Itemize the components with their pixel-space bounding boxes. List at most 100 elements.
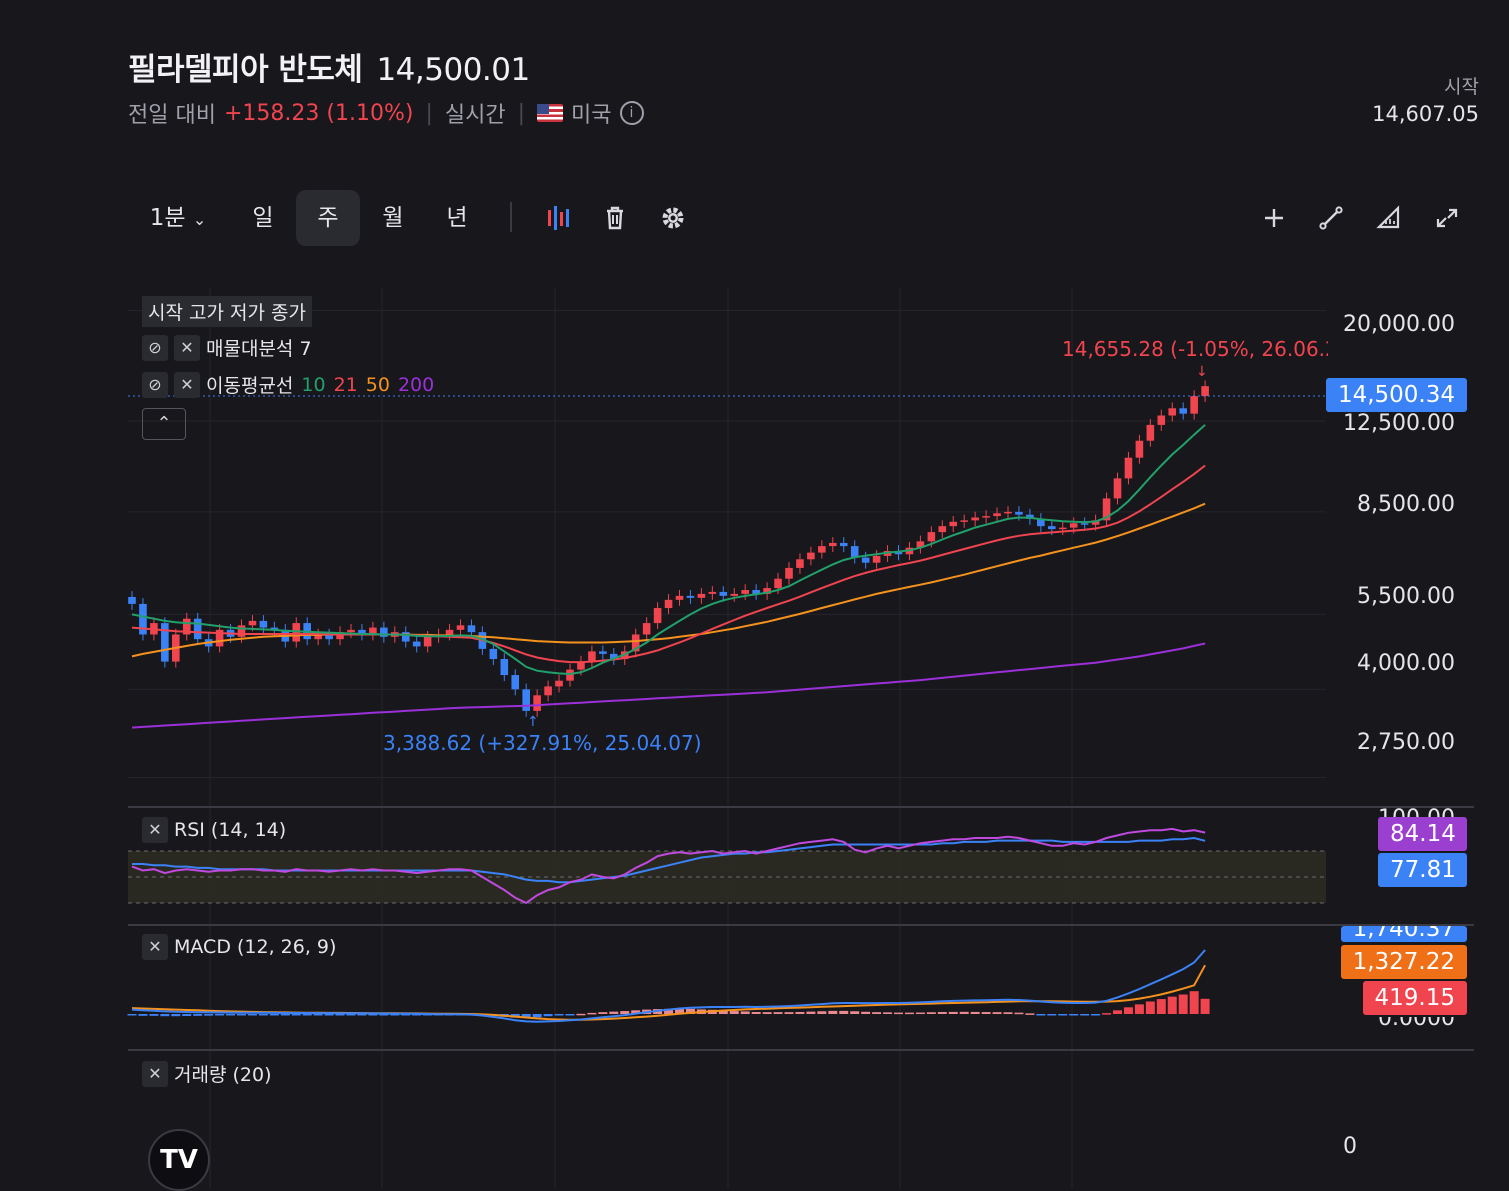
macd-histogram-bar: [1003, 1012, 1013, 1014]
candle: [237, 625, 246, 637]
macd-tag: 1,740.37: [1340, 926, 1467, 942]
high-annotation: 14,655.28 (-1.05%, 26.06.22): [1062, 337, 1328, 361]
candle: [128, 596, 136, 604]
candle: [1135, 440, 1144, 458]
ma50-label: 50: [365, 373, 390, 396]
macd-signal-tag: 1,327.22: [1340, 945, 1467, 979]
candle: [872, 555, 881, 563]
macd-histogram-bar: [937, 1011, 947, 1014]
candle: [248, 620, 257, 626]
candle: [511, 675, 520, 690]
macd-histogram-bar: [751, 1011, 761, 1014]
macd-histogram-bar: [872, 1012, 882, 1014]
macd-histogram-bar: [237, 1014, 246, 1016]
candle: [686, 595, 695, 598]
candle: [785, 567, 793, 579]
macd-histogram-bar: [915, 1012, 925, 1015]
close-icon[interactable]: ✕: [142, 817, 168, 843]
volume-profile-legend: ⊘ ✕ 매물대분석 7: [142, 334, 312, 361]
candle: [1190, 396, 1198, 414]
macd-histogram-bar: [324, 1014, 334, 1016]
candle: [1080, 523, 1089, 525]
candle: [653, 608, 662, 624]
volume-label: 거래량 (20): [174, 1064, 272, 1086]
pane-divider[interactable]: [128, 806, 1474, 808]
macd-histogram-bar: [127, 1014, 137, 1016]
close-icon[interactable]: ✕: [142, 1060, 168, 1087]
macd-histogram-bar: [269, 1014, 279, 1016]
candle: [741, 589, 749, 594]
macd-histogram-bar: [1189, 991, 1199, 1014]
macd-histogram-bar: [883, 1012, 893, 1014]
candle: [1048, 526, 1056, 530]
pane-divider[interactable]: [128, 924, 1474, 926]
rsi-tag: 84.14: [1378, 817, 1467, 851]
candle: [1201, 386, 1209, 397]
candle: [347, 629, 355, 633]
ohlc-legend: 시작 고가 저가 종가: [142, 296, 312, 327]
macd-histogram-bar: [532, 1014, 542, 1018]
candle: [697, 593, 706, 598]
macd-histogram-bar: [992, 1012, 1002, 1014]
hide-eye-icon[interactable]: ⊘: [142, 371, 168, 398]
macd-histogram-bar: [247, 1014, 257, 1016]
macd-histogram-bar: [204, 1014, 214, 1016]
candle: [839, 542, 848, 547]
macd-histogram-bar: [302, 1014, 312, 1016]
macd-histogram-bar: [587, 1012, 597, 1015]
macd-label: MACD (12, 26, 9): [174, 936, 337, 958]
macd-histogram-bar: [970, 1011, 980, 1014]
moving-average-legend: ⊘ ✕ 이동평균선 10 21 50 200: [142, 371, 434, 398]
macd-histogram-bar: [1091, 1014, 1101, 1016]
price-axis-label: 2,750.00: [1357, 730, 1455, 755]
candle: [423, 636, 432, 647]
hide-eye-icon[interactable]: ⊘: [142, 334, 168, 361]
rsi-signal-tag: 77.81: [1378, 853, 1467, 887]
candle: [1069, 523, 1078, 528]
tradingview-logo[interactable]: TV: [148, 1129, 210, 1191]
close-icon[interactable]: ✕: [174, 334, 200, 361]
candle: [161, 623, 169, 662]
macd-histogram-bar: [1014, 1012, 1024, 1015]
rsi-label: RSI (14, 14): [174, 819, 287, 841]
macd-histogram-bar: [182, 1014, 192, 1017]
pane-divider[interactable]: [128, 1049, 1474, 1051]
macd-histogram-bar: [620, 1011, 630, 1014]
macd-histogram-bar: [291, 1014, 301, 1016]
macd-histogram-bar: [1200, 998, 1210, 1014]
volume-legend: ✕ 거래량 (20): [142, 1060, 271, 1087]
close-icon[interactable]: ✕: [174, 371, 200, 398]
macd-histogram-bar: [160, 1014, 170, 1017]
candle: [1004, 511, 1012, 514]
candle: [412, 641, 421, 647]
macd-legend: ✕ MACD (12, 26, 9): [142, 934, 336, 960]
ma-label: 이동평균선: [206, 375, 294, 397]
macd-histogram-bar: [784, 1012, 794, 1014]
candle: [522, 689, 530, 711]
macd-histogram-bar: [959, 1011, 969, 1014]
ma21-label: 21: [333, 373, 358, 396]
macd-histogram-bar: [839, 1010, 849, 1014]
candle: [1113, 478, 1122, 499]
macd-histogram-bar: [1036, 1014, 1046, 1016]
macd-histogram-bar: [926, 1012, 936, 1014]
macd-histogram-bar: [609, 1011, 619, 1014]
close-icon[interactable]: ✕: [142, 934, 168, 960]
macd-histogram-bar: [215, 1014, 225, 1016]
candle: [533, 695, 541, 711]
macd-histogram-bar: [1113, 1010, 1122, 1014]
macd-histogram-bar: [226, 1014, 236, 1016]
macd-histogram-bar: [1069, 1014, 1079, 1016]
candle: [193, 618, 202, 640]
macd-histogram-bar: [1134, 1004, 1144, 1014]
candle: [796, 559, 804, 568]
candle: [1015, 511, 1023, 515]
macd-histogram-bar: [1080, 1014, 1090, 1016]
price-chart[interactable]: [0, 0, 1509, 1189]
macd-histogram-bar: [280, 1014, 290, 1016]
macd-histogram-bar: [258, 1014, 268, 1016]
collapse-legend-button[interactable]: ⌃: [142, 408, 186, 440]
price-axis-label: 20,000.00: [1343, 312, 1455, 337]
rsi-legend: ✕ RSI (14, 14): [142, 817, 286, 843]
macd-histogram-bar: [806, 1011, 816, 1014]
